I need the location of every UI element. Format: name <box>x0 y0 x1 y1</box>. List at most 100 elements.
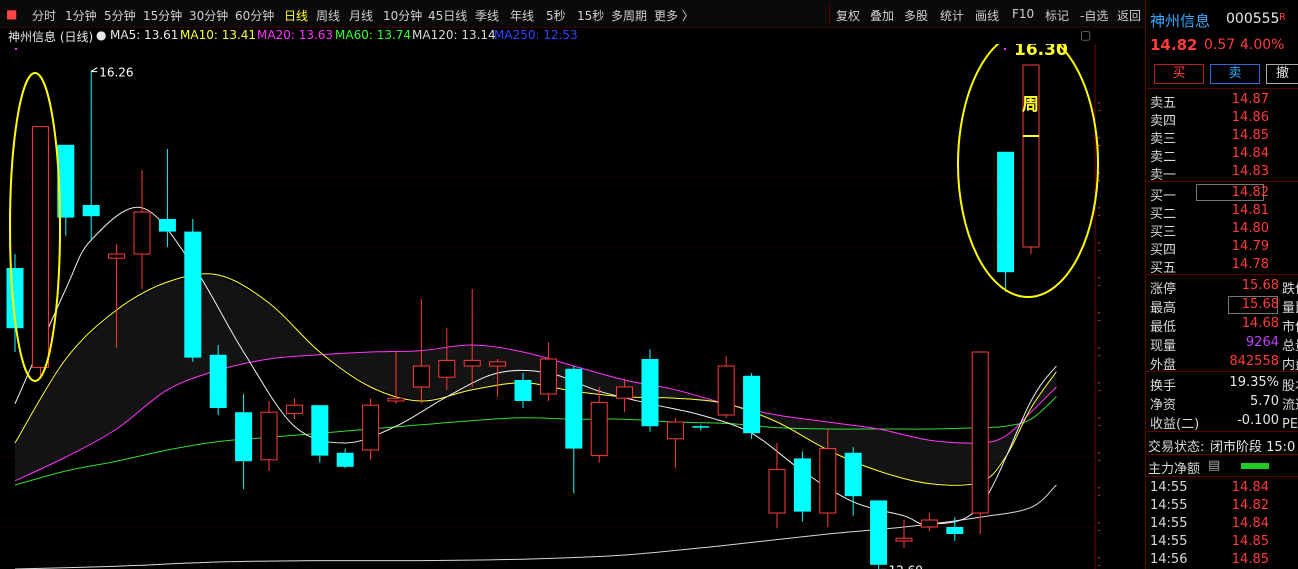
quote-stat-label: 最高 <box>1150 301 1177 316</box>
y-tick-label: 15.00 <box>1097 240 1100 254</box>
toolbar-button[interactable]: 叠加 <box>870 7 894 24</box>
period-tab[interactable]: 60分钟 <box>235 7 274 24</box>
quote-stat-value: 15.68 <box>1241 278 1279 293</box>
bid-level: 买二 14.81 <box>1146 202 1298 222</box>
toolbar-button[interactable]: 标记 <box>1045 7 1069 24</box>
period-tab[interactable]: 年线 <box>510 7 534 24</box>
candle-body <box>997 151 1015 273</box>
toolbar-button[interactable]: 复权 <box>836 7 860 24</box>
ask-level: 卖一 14.83 <box>1146 163 1298 183</box>
chart-title: 神州信息 (日线) <box>8 30 94 44</box>
quote-stat: 换手 19.35%股本 <box>1146 374 1298 394</box>
divider <box>1146 181 1298 182</box>
quote-stat: 外盘842558内盘 <box>1146 353 1298 373</box>
ma-legend-item: MA250: 12.53 <box>494 28 578 42</box>
quote-stat-tail: 市值 <box>1282 320 1298 335</box>
quote-stat-value: 14.68 <box>1241 316 1279 331</box>
tick-row-value: 14.84 <box>1231 480 1269 495</box>
period-tab[interactable]: 季线 <box>475 7 499 24</box>
bid-level: 买一 14.82 <box>1146 184 1298 204</box>
period-tab[interactable]: 月线 <box>349 7 373 24</box>
tick-row-label: 14:56 <box>1150 552 1188 567</box>
toolbar-button[interactable]: 统计 <box>940 7 964 24</box>
divider <box>1146 431 1298 432</box>
buy-button[interactable]: 买 <box>1154 64 1204 84</box>
y-tick-label: 15.25 <box>1097 205 1100 219</box>
ask-level-value: 14.87 <box>1231 92 1269 107</box>
price-line: 14.82 0.57 4.00% <box>1146 36 1298 56</box>
period-tab[interactable]: 10分钟 <box>383 7 422 24</box>
ask-level: 卖二 14.84 <box>1146 145 1298 165</box>
candle-body <box>590 401 608 457</box>
bid-level-value: 14.81 <box>1231 203 1269 218</box>
ask-level-value: 14.85 <box>1231 128 1269 143</box>
bid-level: 买四 14.79 <box>1146 238 1298 258</box>
divider <box>1146 88 1298 89</box>
kline-svg: 12.75 13.00 13.25 13.50 13.75 14.00 14.25 14.50… <box>0 44 1100 569</box>
period-tab[interactable]: 15分钟 <box>143 7 182 24</box>
bid-level: 买五 14.78 <box>1146 256 1298 276</box>
cancel-button[interactable]: 撤 <box>1266 64 1298 84</box>
toolbar-button[interactable]: -自选 <box>1080 7 1108 24</box>
divider <box>1146 476 1298 477</box>
candle-body <box>209 354 227 408</box>
quote-stat: 涨停 15.68跌停 <box>1146 277 1298 297</box>
kline-chart[interactable]: 12.75 13.00 13.25 13.50 13.75 14.00 14.25 14.50… <box>0 44 1100 569</box>
settings-circle-icon[interactable]: ● <box>96 28 106 42</box>
netflow-bar <box>1241 463 1269 469</box>
high-price-label: 16.26 <box>99 66 133 80</box>
stock-header: 神州信息 000555 R <box>1146 10 1298 30</box>
period-tab[interactable]: 45日线 <box>428 7 467 24</box>
quote-stat-label: 换手 <box>1150 379 1177 394</box>
tick-row: 14:55 14.85 <box>1146 533 1298 551</box>
quote-stat: 净资 5.70流通 <box>1146 393 1298 413</box>
toolbar-button[interactable]: 多股 <box>904 7 928 24</box>
quote-stat-value: 9264 <box>1245 335 1279 350</box>
period-tab[interactable]: 30分钟 <box>189 7 228 24</box>
candle-body <box>412 365 430 388</box>
price-change: 0.57 <box>1204 37 1236 53</box>
expand-icon[interactable]: ▢ <box>1080 28 1091 42</box>
y-tick-label: 13.75 <box>1097 415 1100 429</box>
netflow-label: 主力净额 <box>1148 462 1201 477</box>
candle-body <box>387 397 405 402</box>
quote-stat-label: 收益(二) <box>1150 417 1200 432</box>
quote-panel: 神州信息 000555 R 14.82 0.57 4.00% 买 卖 撤 卖五 1… <box>1145 0 1298 569</box>
period-tab[interactable]: 15秒 <box>577 7 604 24</box>
y-tick-label: 12.75 <box>1097 555 1100 569</box>
period-tab[interactable]: 1分钟 <box>65 7 97 24</box>
candle-body <box>819 448 837 514</box>
netflow-row[interactable]: 主力净额 ▤ <box>1146 457 1298 477</box>
tick-row: 14:56 14.85 <box>1146 551 1298 569</box>
period-tab[interactable]: 周线 <box>316 7 340 24</box>
candle-body <box>768 469 786 514</box>
period-tab[interactable]: 日线 <box>284 7 308 24</box>
ma120-line <box>14 484 1057 569</box>
menu-marker-icon[interactable]: ■ <box>6 7 17 21</box>
period-tab[interactable]: 更多 〉 <box>654 7 694 24</box>
quote-stat-label: 涨停 <box>1150 282 1177 297</box>
period-tab[interactable]: 多周期 <box>611 7 647 24</box>
period-tab[interactable]: 5秒 <box>546 7 566 24</box>
candle-body <box>971 351 989 514</box>
ma-legend-item: MA120: 13.14 <box>412 28 496 42</box>
candle-body <box>31 126 49 368</box>
bid-level-value: 14.82 <box>1231 185 1269 200</box>
y-tick-label: 14.75 <box>1097 275 1100 289</box>
bid-level-value: 14.80 <box>1231 221 1269 236</box>
toolbar-button[interactable]: F10 <box>1012 7 1034 21</box>
toolbar-button[interactable]: 返回 <box>1117 7 1141 24</box>
tick-row-value: 14.85 <box>1231 552 1269 567</box>
ma-legend-item: MA20: 13.63 <box>257 28 334 42</box>
candle-body <box>793 458 811 512</box>
ask-level-value: 14.86 <box>1231 110 1269 125</box>
list-icon[interactable]: ▤ <box>1208 458 1220 473</box>
sell-button[interactable]: 卖 <box>1210 64 1260 84</box>
toolbar-button[interactable]: 画线 <box>975 7 999 24</box>
candle-body <box>489 361 507 367</box>
quote-stat-tail: 总量 <box>1282 339 1298 354</box>
period-tab[interactable]: 分时 <box>32 7 56 24</box>
period-tab[interactable]: 5分钟 <box>104 7 136 24</box>
candle-body <box>108 253 126 259</box>
stock-name: 神州信息 <box>1150 12 1211 30</box>
